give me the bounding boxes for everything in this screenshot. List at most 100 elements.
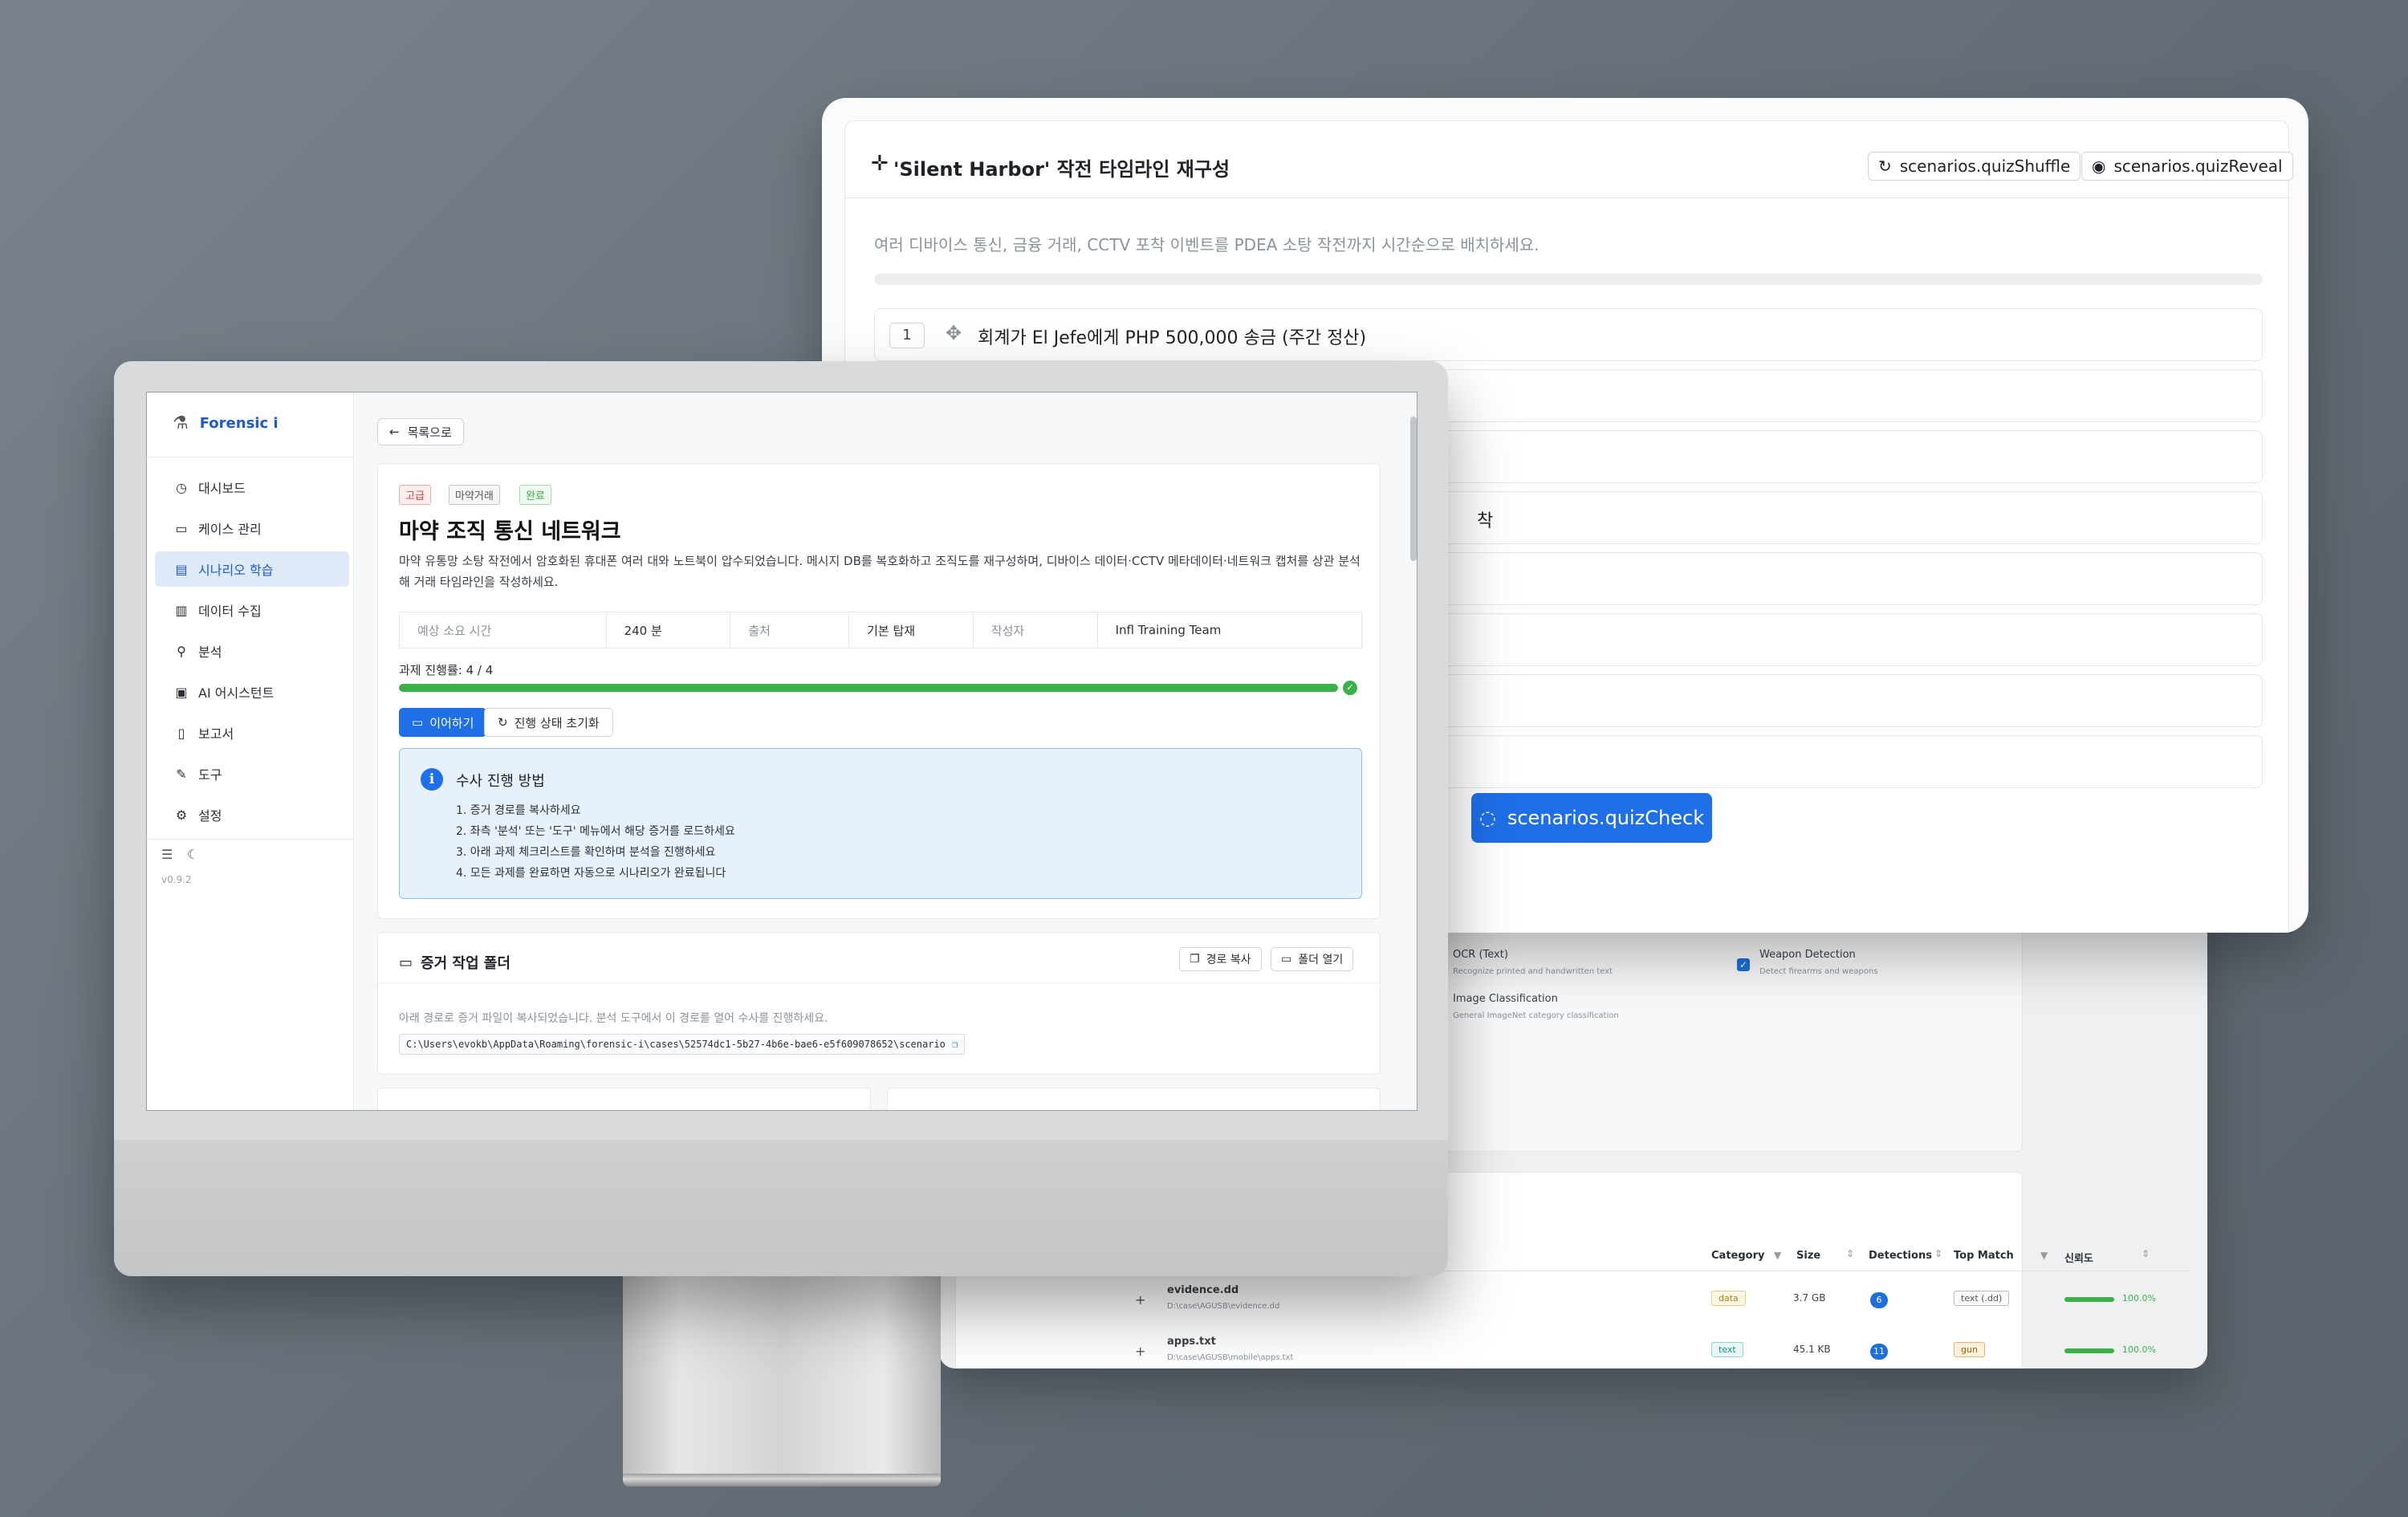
confidence-bar: [2064, 1297, 2114, 1302]
reveal-button[interactable]: ◉ scenarios.quizReveal: [2081, 152, 2293, 181]
sidebar-item-settings[interactable]: ⚙ 설정: [155, 797, 349, 832]
sort-icon[interactable]: ⇕: [1934, 1248, 1942, 1259]
meta-value: 기본 탑재: [849, 612, 974, 648]
folder-open-icon: ▭: [412, 715, 424, 730]
folder-open-icon: ▭: [1281, 953, 1292, 966]
detections-badge: 11: [1870, 1344, 1888, 1360]
detections-badge: 6: [1870, 1292, 1888, 1308]
collapse-sidebar-icon[interactable]: ☰: [161, 847, 173, 862]
sidebar-item-tools[interactable]: ✎ 도구: [155, 756, 349, 791]
guide-step: 3. 아래 과제 체크리스트를 확인하며 분석을 진행하세요: [456, 846, 716, 859]
section-divider: [378, 982, 1381, 983]
database-icon: ▥: [175, 602, 188, 618]
back-label: 목록으로: [407, 425, 452, 440]
confidence-value: 100.0%: [2122, 1293, 2156, 1303]
continue-label: 이어하기: [429, 715, 474, 730]
file-name[interactable]: apps.txt: [1167, 1336, 1216, 1348]
sidebar-item-ai-assistant[interactable]: ▣ AI 어시스턴트: [155, 674, 349, 710]
back-to-list-button[interactable]: ← 목록으로: [377, 418, 464, 445]
wrench-icon: ✎: [176, 766, 187, 782]
dashboard-icon: ◷: [176, 479, 187, 495]
copy-icon[interactable]: ❐: [952, 1039, 958, 1050]
app-logo[interactable]: ⚗ Forensic i: [173, 413, 279, 433]
open-folder-button[interactable]: ▭ 폴더 열기: [1271, 947, 1354, 971]
scenario-description: 마약 유통망 소탕 작전에서 암호화된 휴대폰 여러 대와 노트북이 압수되었습…: [399, 554, 1361, 589]
copy-path-button[interactable]: ❐ 경로 복사: [1179, 947, 1262, 971]
filter-icon[interactable]: ▼: [1774, 1250, 1781, 1261]
task-card: [887, 1088, 1381, 1110]
col-size[interactable]: Size: [1796, 1250, 1820, 1262]
top-match-tag: text (.dd): [1954, 1291, 2010, 1306]
gear-icon: ⚙: [175, 807, 188, 823]
check-circle-icon: ✓: [1343, 681, 1357, 695]
reset-progress-button[interactable]: ↻ 진행 상태 초기화: [484, 708, 613, 737]
microscope-icon: ⚗: [173, 413, 189, 433]
timeline-slot[interactable]: 1 ✥ 회계가 El Jefe에게 PHP 500,000 송금 (주간 정산): [874, 308, 2263, 361]
shuffle-button[interactable]: ↻ scenarios.quizShuffle: [1868, 152, 2081, 181]
slot-number: 1: [889, 323, 925, 348]
sidebar-item-cases[interactable]: ▭ 케이스 관리: [155, 510, 349, 546]
expand-icon[interactable]: +: [1135, 1344, 1145, 1359]
guide-step: 2. 좌측 '분석' 또는 '도구' 메뉴에서 해당 증거를 로드하세요: [456, 825, 735, 838]
option-weapon-label[interactable]: Weapon Detection: [1759, 949, 1856, 961]
moon-icon[interactable]: ☾: [187, 847, 198, 862]
reset-label: 진행 상태 초기화: [514, 715, 600, 730]
info-icon: i: [421, 768, 443, 791]
meta-value: 240 분: [607, 612, 731, 648]
sort-icon[interactable]: ⇕: [2142, 1248, 2150, 1259]
weapon-checkbox[interactable]: ✓: [1737, 958, 1750, 971]
report-icon: ▯: [177, 725, 185, 741]
task-card: [377, 1088, 871, 1110]
sidebar-item-label: 분석: [198, 645, 222, 660]
difficulty-tag: 고급: [399, 485, 431, 505]
sidebar-item-scenarios[interactable]: ▤ 시나리오 학습: [155, 551, 349, 587]
filter-icon[interactable]: ▼: [2040, 1250, 2048, 1261]
sidebar-item-collection[interactable]: ▥ 데이터 수집: [155, 592, 349, 628]
sidebar-divider: [147, 839, 354, 840]
quiz-description: 여러 디바이스 통신, 금융 거래, CCTV 포착 이벤트를 PDEA 소탕 …: [874, 235, 1540, 254]
folder-icon: ▭: [175, 520, 188, 536]
col-confidence[interactable]: 신뢰도: [2064, 1250, 2093, 1265]
sidebar: ⚗ Forensic i ◷ 대시보드 ▭ 케이스 관리 ▤ 시나리오 학습 ▥…: [147, 392, 354, 1110]
file-size: 45.1 KB: [1793, 1344, 1831, 1355]
sidebar-item-dashboard[interactable]: ◷ 대시보드: [155, 470, 349, 505]
option-weapon-desc: Detect firearms and weapons: [1759, 967, 1878, 976]
scenario-title: 마약 조직 통신 네트워크: [399, 519, 621, 544]
bot-icon: ▣: [175, 684, 188, 700]
slot-text: 회계가 El Jefe에게 PHP 500,000 송금 (주간 정산): [978, 328, 1367, 348]
sidebar-item-label: 보고서: [198, 726, 234, 742]
category-tag: 마약거래: [449, 485, 500, 505]
evidence-path[interactable]: C:\Users\evokb\AppData\Roaming\forensic-…: [399, 1034, 966, 1055]
search-icon: ⚲: [177, 643, 186, 659]
scenario-meta-table: 예상 소요 시간 240 분 출처 기본 탑재 작성자 Infl Trainin…: [399, 612, 1362, 649]
sidebar-item-label: 설정: [198, 808, 222, 824]
reveal-label: scenarios.quizReveal: [2113, 157, 2283, 176]
evidence-folder-header: ▭ 증거 작업 폴더: [399, 952, 510, 973]
continue-button[interactable]: ▭ 이어하기: [399, 708, 487, 737]
file-name[interactable]: evidence.dd: [1167, 1284, 1239, 1296]
status-tag: 완료: [519, 485, 551, 505]
sidebar-item-reports[interactable]: ▯ 보고서: [155, 715, 349, 750]
evidence-folder-title: 증거 작업 폴더: [421, 955, 510, 972]
col-top-match[interactable]: Top Match: [1954, 1250, 2014, 1262]
option-classification-label[interactable]: Image Classification: [1453, 993, 1558, 1005]
quiz-progress-track: [874, 274, 2263, 285]
sidebar-item-analysis[interactable]: ⚲ 분석: [155, 633, 349, 669]
col-category[interactable]: Category: [1711, 1250, 1764, 1262]
drag-handle-icon[interactable]: ✥: [946, 322, 962, 344]
col-detections[interactable]: Detections: [1869, 1250, 1932, 1262]
quiz-check-button[interactable]: ◌ scenarios.quizCheck: [1471, 793, 1712, 843]
expand-icon[interactable]: +: [1135, 1292, 1145, 1308]
main-content: ← 목록으로 고급 마약거래 완료 마약 조직 통신 네트워크 마약 유통망 소…: [355, 392, 1417, 1110]
scrollbar[interactable]: [1410, 417, 1417, 561]
confidence-value: 100.0%: [2122, 1344, 2156, 1355]
sort-icon[interactable]: ⇕: [1846, 1248, 1854, 1259]
copy-path-label: 경로 복사: [1206, 954, 1251, 966]
open-folder-label: 폴더 열기: [1298, 954, 1344, 966]
app-screen: ⚗ Forensic i ◷ 대시보드 ▭ 케이스 관리 ▤ 시나리오 학습 ▥…: [146, 392, 1418, 1111]
scenario-card: 고급 마약거래 완료 마약 조직 통신 네트워크 마약 유통망 소탕 작전에서 …: [377, 463, 1381, 919]
eye-icon: ◉: [2092, 157, 2106, 176]
option-ocr-desc: Recognize printed and handwritten text: [1453, 967, 1613, 976]
option-ocr-label[interactable]: OCR (Text): [1453, 949, 1508, 961]
copy-icon: ❐: [1190, 953, 1200, 966]
